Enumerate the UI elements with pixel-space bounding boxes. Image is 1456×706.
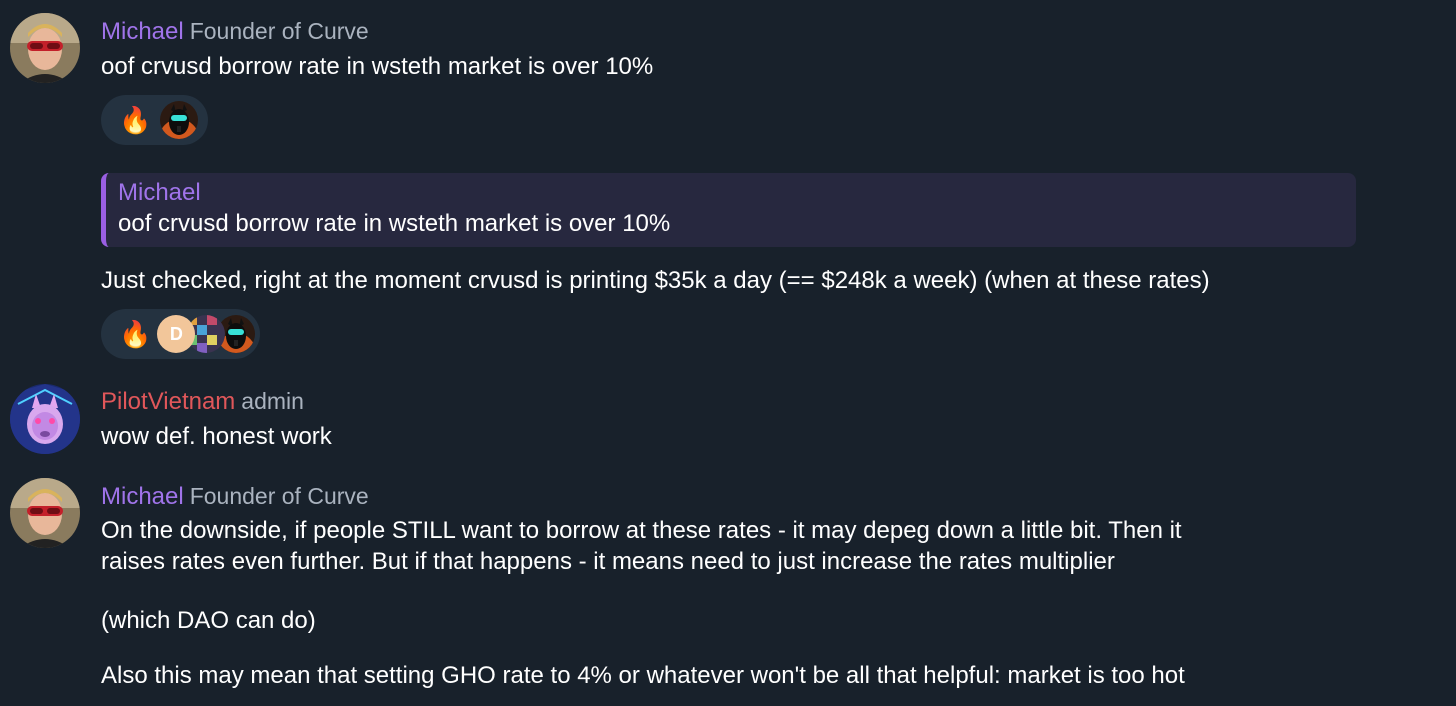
sender-name[interactable]: PilotVietnam bbox=[101, 388, 235, 415]
reply-quote[interactable]: Michael oof crvusd borrow rate in wsteth… bbox=[101, 173, 1356, 247]
sender-role: Founder of Curve bbox=[189, 18, 369, 44]
message-text-line: On the downside, if people STILL want to… bbox=[101, 517, 1182, 544]
quote-text: oof crvusd borrow rate in wsteth market … bbox=[118, 210, 671, 237]
sender-name[interactable]: Michael bbox=[101, 483, 184, 510]
message-header: Michael Founder of Curve bbox=[101, 481, 369, 512]
message-text-line: raises rates even further. But if that h… bbox=[101, 548, 1115, 575]
message-text: Just checked, right at the moment crvusd… bbox=[101, 267, 1210, 294]
letter-avatar-icon: D bbox=[157, 315, 196, 353]
fire-emoji-icon: 🔥 bbox=[119, 319, 152, 349]
message-text: wow def. honest work bbox=[101, 423, 332, 450]
user-avatar-michael[interactable] bbox=[10, 13, 80, 83]
message-text-line: Also this may mean that setting GHO rate… bbox=[101, 662, 1185, 689]
fire-emoji-icon: 🔥 bbox=[119, 105, 152, 135]
sender-name[interactable]: Michael bbox=[101, 18, 184, 45]
user-avatar-michael[interactable] bbox=[10, 478, 80, 548]
message-text-line: (which DAO can do) bbox=[101, 607, 316, 634]
user-avatar-pilotvietnam[interactable] bbox=[10, 384, 80, 454]
reaction-bar[interactable]: 🔥 bbox=[101, 95, 208, 145]
message-text: oof crvusd borrow rate in wsteth market … bbox=[101, 53, 654, 80]
llama-avatar-icon bbox=[160, 101, 198, 139]
quote-sender-name: Michael bbox=[118, 179, 201, 206]
sender-role: admin bbox=[241, 388, 304, 414]
reaction-bar[interactable]: 🔥 D bbox=[101, 309, 260, 359]
chat-history: Michael Founder of Curve oof crvusd borro… bbox=[0, 0, 1456, 706]
message-header: Michael Founder of Curve bbox=[101, 16, 369, 47]
sender-role: Founder of Curve bbox=[189, 483, 369, 509]
message-header: PilotVietnam admin bbox=[101, 386, 304, 417]
